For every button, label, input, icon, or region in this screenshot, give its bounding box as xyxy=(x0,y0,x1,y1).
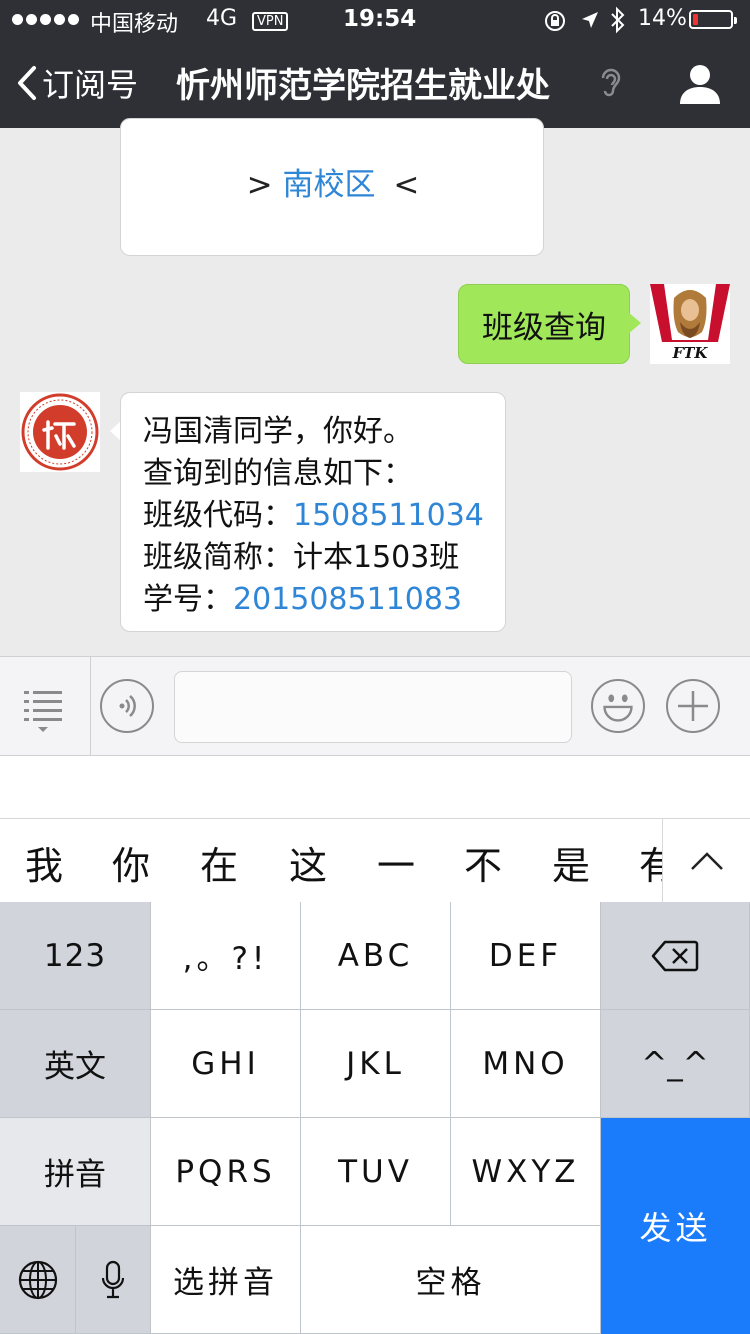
voice-icon xyxy=(119,695,136,717)
key-wxyz[interactable]: WXYZ xyxy=(451,1118,601,1226)
globe-key[interactable] xyxy=(0,1226,76,1334)
key-pqrs[interactable]: PQRS xyxy=(151,1118,301,1226)
carrier-name: 中国移动 xyxy=(90,12,179,37)
candidate-word[interactable]: 这 xyxy=(268,835,348,890)
ear-icon xyxy=(601,68,621,97)
network-type: 4G xyxy=(206,6,238,31)
orientation-lock-icon xyxy=(545,11,565,31)
more-button[interactable] xyxy=(666,679,720,733)
candidate-word[interactable]: 我 xyxy=(4,835,84,890)
top-bar: 中国移动 4G VPN 19:54 14% 订阅号 忻州师范学院招生就业处 xyxy=(0,0,750,128)
campus-message-text: > 南校区 < xyxy=(246,167,420,203)
key-pinyin[interactable]: 拼音 xyxy=(0,1118,151,1226)
menu-list-icon xyxy=(24,691,62,732)
greeting-text: 冯国清同学，你好。 xyxy=(143,414,413,449)
clock: 19:54 xyxy=(343,6,417,32)
candidate-word[interactable]: 一 xyxy=(356,835,436,890)
intro-text: 查询到的信息如下： xyxy=(143,456,413,491)
globe-icon xyxy=(18,1260,57,1299)
composition-area xyxy=(0,756,750,818)
key-ghi[interactable]: GHI xyxy=(151,1010,301,1118)
message-text-field[interactable] xyxy=(174,671,572,743)
candidate-word[interactable]: 不 xyxy=(443,835,523,890)
expand-candidates-button[interactable] xyxy=(662,819,750,902)
key-def[interactable]: DEF xyxy=(451,902,601,1010)
back-button[interactable]: 订阅号 xyxy=(16,60,138,106)
bubble-tail xyxy=(628,312,641,334)
location-icon xyxy=(582,12,598,28)
class-code-row: 班级代码：1508511034 xyxy=(143,498,484,533)
profile-icon[interactable] xyxy=(678,62,722,106)
back-label: 订阅号 xyxy=(42,66,139,104)
chevron-left-icon xyxy=(18,66,36,100)
candidate-bar: 我 你 在 这 一 不 是 有 xyxy=(0,818,750,902)
candidate-word[interactable]: 是 xyxy=(531,835,611,890)
campus-message-bubble: > 南校区 < xyxy=(120,118,544,256)
chevron-up-icon xyxy=(691,852,723,870)
user-avatar[interactable]: FTK xyxy=(650,284,730,364)
class-name-value: 计本1503班 xyxy=(293,540,460,575)
key-emoticon[interactable]: ^_^ xyxy=(601,1010,750,1118)
campus-link[interactable]: 南校区 xyxy=(283,167,376,203)
emoji-button[interactable] xyxy=(591,679,645,733)
university-seal-icon xyxy=(21,393,99,471)
battery-icon xyxy=(689,10,737,29)
plus-icon xyxy=(678,691,708,721)
query-result-bubble: 冯国清同学，你好。 查询到的信息如下： 班级代码：1508511034 班级简称… xyxy=(120,392,506,632)
candidate-word[interactable]: 你 xyxy=(91,835,171,890)
battery-percent: 14% xyxy=(638,6,687,31)
signal-strength xyxy=(12,6,82,31)
backspace-icon xyxy=(651,940,699,971)
class-name-row: 班级简称：计本1503班 xyxy=(143,540,460,575)
official-account-avatar[interactable] xyxy=(20,392,100,472)
key-123[interactable]: 123 xyxy=(0,902,151,1010)
query-message-bubble: 班级查询 xyxy=(458,284,630,364)
keyboard: 123 ,。?! ABC DEF 英文 GHI JKL MNO ^_^ 拼音 P… xyxy=(0,902,750,1334)
vpn-badge: VPN xyxy=(252,8,289,33)
send-key[interactable]: 发送 xyxy=(601,1118,750,1334)
key-tuv[interactable]: TUV xyxy=(301,1118,451,1226)
class-code-link[interactable]: 1508511034 xyxy=(293,498,484,533)
key-english[interactable]: 英文 xyxy=(0,1010,151,1118)
voice-button[interactable] xyxy=(100,679,154,733)
candidate-word[interactable]: 在 xyxy=(179,835,259,890)
key-mno[interactable]: MNO xyxy=(451,1010,601,1118)
microphone-icon xyxy=(101,1260,125,1298)
space-key[interactable]: 空格 xyxy=(301,1226,601,1334)
bluetooth-icon xyxy=(611,6,625,34)
delete-key[interactable] xyxy=(601,902,750,1010)
dictation-key[interactable] xyxy=(76,1226,151,1334)
smiley-icon xyxy=(603,694,633,722)
key-punctuation[interactable]: ,。?! xyxy=(151,902,301,1010)
key-abc[interactable]: ABC xyxy=(301,902,451,1010)
key-select-pinyin[interactable]: 选拼音 xyxy=(151,1226,301,1334)
student-no-row: 学号：201508511083 xyxy=(143,582,463,617)
menu-toggle-button[interactable] xyxy=(0,657,91,755)
student-no-link[interactable]: 201508511083 xyxy=(233,582,462,617)
key-jkl[interactable]: JKL xyxy=(301,1010,451,1118)
avatar-text: FTK xyxy=(672,344,709,362)
message-input-bar xyxy=(0,656,750,756)
page-title: 忻州师范学院招生就业处 xyxy=(176,66,550,106)
